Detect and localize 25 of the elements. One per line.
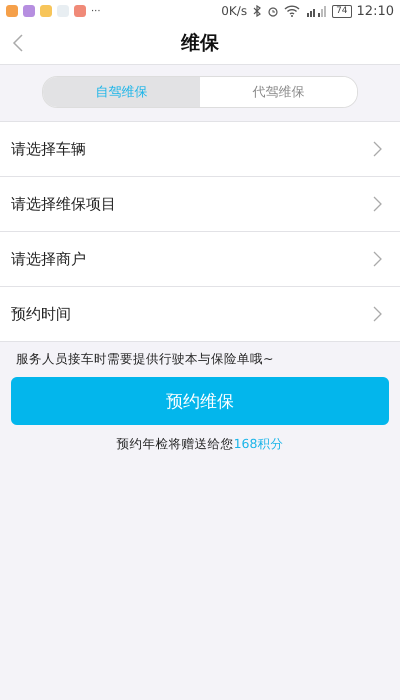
list-item[interactable]: 请选择维保项目: [0, 177, 400, 232]
chevron-right-icon: [373, 196, 382, 212]
reward-points: 168积分: [234, 436, 284, 451]
notice-text: 服务人员接车时需要提供行驶本与保险单哦~: [16, 351, 274, 368]
list-item-label: 请选择维保项目: [11, 194, 116, 214]
reward-text: 预约年检将赠送给您: [116, 436, 234, 451]
signal-icon: [305, 5, 328, 17]
alarm-icon: [267, 5, 280, 17]
page-title: 维保: [181, 31, 219, 56]
chevron-right-icon: [373, 141, 382, 157]
network-speed: 0K/s: [221, 4, 248, 18]
list-item-label: 预约时间: [11, 304, 71, 324]
wifi-icon: [284, 5, 300, 17]
list-item-label: 请选择车辆: [11, 140, 86, 158]
clock-time: 12:10: [356, 4, 394, 18]
list-item[interactable]: 请选择商户: [0, 232, 400, 287]
more-indicator: ···: [91, 6, 101, 16]
list-item[interactable]: 预约时间: [0, 287, 400, 342]
battery-level: 74: [332, 4, 352, 18]
list-item-label: 请选择商户: [11, 250, 86, 268]
chevron-right-icon: [373, 251, 382, 267]
bluetooth-icon: [252, 5, 262, 17]
list-item[interactable]: 请选择车辆: [0, 122, 400, 177]
chevron-right-icon: [373, 306, 382, 322]
back-icon[interactable]: [12, 34, 24, 52]
